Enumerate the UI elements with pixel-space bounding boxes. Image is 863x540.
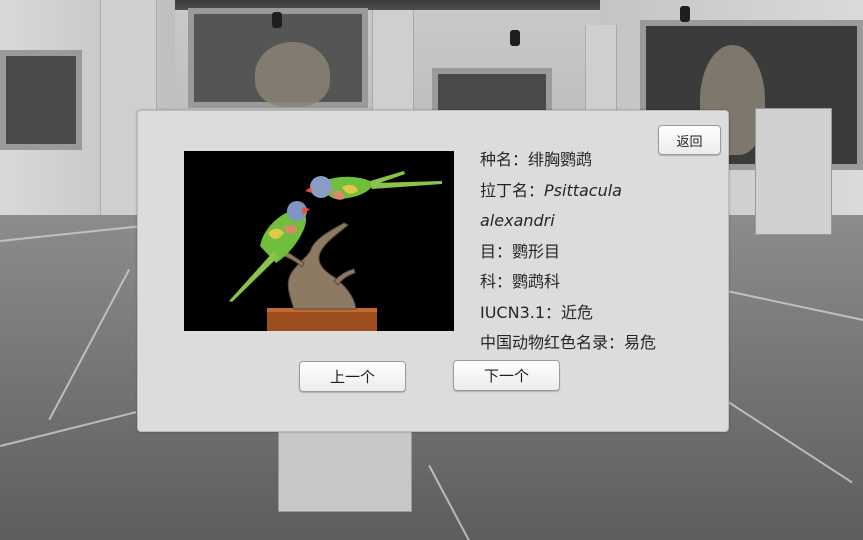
china-red-list-label: 中国动物红色名录： bbox=[480, 333, 625, 352]
china-red-list-row: 中国动物红色名录：易危 bbox=[480, 328, 720, 359]
iucn-value: 近危 bbox=[561, 302, 594, 322]
latin-name-species: alexandri bbox=[480, 211, 555, 230]
parrot-specimen-photo bbox=[184, 151, 454, 331]
latin-name-row-cont: alexandri bbox=[480, 206, 720, 237]
latin-name-genus: Psittacula bbox=[544, 180, 622, 200]
family-row: 科：鹦鹉科 bbox=[480, 267, 720, 298]
left-display-frame bbox=[0, 50, 82, 150]
ceiling-lamp bbox=[680, 6, 690, 22]
order-row: 目：鹦形目 bbox=[480, 237, 720, 268]
order-label: 目： bbox=[480, 241, 513, 261]
specimen-photo bbox=[184, 151, 454, 331]
latin-name-row: 拉丁名：Psittacula bbox=[480, 176, 720, 207]
species-name-row: 种名：绯胸鹦鹉 bbox=[480, 145, 720, 176]
family-label: 科： bbox=[480, 272, 513, 291]
bird-statue bbox=[255, 42, 330, 107]
ceiling-lamp bbox=[510, 30, 520, 46]
previous-button[interactable]: 上一个 bbox=[299, 361, 406, 392]
ceiling-lamp bbox=[272, 12, 282, 28]
pedestal bbox=[755, 108, 832, 235]
family-value: 鹦鹉科 bbox=[512, 272, 561, 291]
pedestal bbox=[278, 428, 412, 512]
order-value: 鹦形目 bbox=[512, 241, 561, 261]
species-name-value: 绯胸鹦鹉 bbox=[528, 150, 593, 169]
next-button[interactable]: 下一个 bbox=[453, 360, 560, 391]
species-name-label: 种名： bbox=[480, 150, 529, 169]
iucn-row: IUCN3.1：近危 bbox=[480, 298, 720, 329]
specimen-info-panel: 返回 种名：绯胸鹦鹉 拉丁名：Psittacula alexandri 目：鹦形… bbox=[137, 110, 729, 432]
latin-name-label: 拉丁名： bbox=[480, 180, 545, 200]
species-info: 种名：绯胸鹦鹉 拉丁名：Psittacula alexandri 目：鹦形目 科… bbox=[480, 145, 720, 359]
china-red-list-value: 易危 bbox=[624, 333, 657, 352]
iucn-label: IUCN3.1： bbox=[480, 302, 562, 322]
